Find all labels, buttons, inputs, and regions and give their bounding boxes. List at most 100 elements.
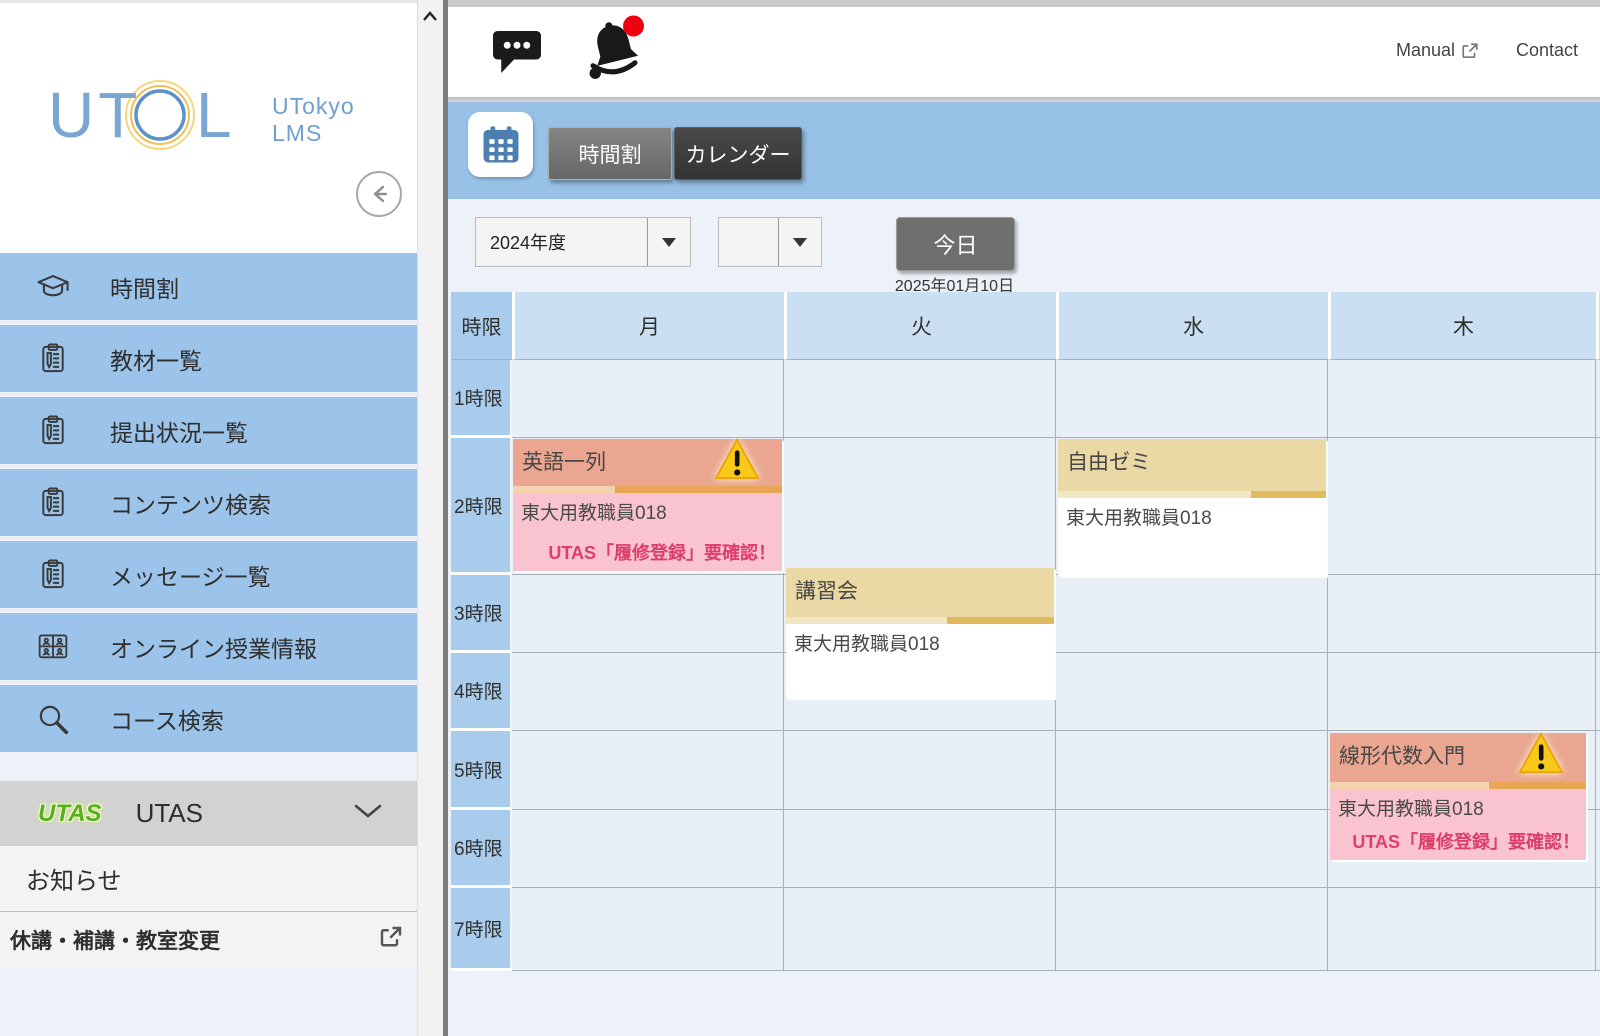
grid-cell <box>784 810 1056 888</box>
course-instructor: 東大用教職員018 <box>794 629 1046 656</box>
clipboard-icon <box>36 414 70 448</box>
year-select-value: 2024年度 <box>476 229 647 255</box>
course-card-4[interactable]: 線形代数入門東大用教職員018 UTAS「履修登録」要確認！ <box>1330 733 1586 860</box>
sidebar-item-6[interactable]: オンライン授業情報 <box>0 613 417 680</box>
utas-logo-icon: UTAS <box>38 800 102 828</box>
grid-cell <box>784 438 1056 575</box>
course-card-body: 東大用教職員018 <box>1058 498 1326 576</box>
grid-cell <box>512 575 784 653</box>
sidebar-item-utas[interactable]: UTAS UTAS <box>0 781 417 846</box>
contact-link[interactable]: Contact <box>1516 40 1578 61</box>
kyuko-label: 休講・補講・教室変更 <box>10 925 220 955</box>
day-header-next-clipped <box>1596 292 1600 360</box>
utol-logo: UT L <box>48 75 263 165</box>
grid-cell <box>1328 653 1596 731</box>
sidebar-item-3[interactable]: 提出状況一覧 <box>0 397 417 464</box>
course-card-3[interactable]: 自由ゼミ東大用教職員018 <box>1058 439 1326 576</box>
grid-cell <box>512 888 784 971</box>
sidebar-scrollbar-track[interactable] <box>417 0 444 1036</box>
course-card-strip-light <box>1058 491 1251 498</box>
sidebar-item-5[interactable]: メッセージ一覧 <box>0 541 417 608</box>
grid-cell <box>1056 575 1328 653</box>
grid-cell <box>1056 731 1328 810</box>
sidebar-item-1[interactable]: 時間割 <box>0 253 417 320</box>
view-header-band: 時間割 カレンダー <box>448 102 1600 199</box>
grid-cell <box>1056 810 1328 888</box>
sidebar-item-oshirase[interactable]: お知らせ <box>0 846 417 912</box>
course-card-1[interactable]: 英語一列東大用教職員018UTAS「履修登録」要確認！ <box>513 439 782 571</box>
grid-cell <box>1596 360 1600 438</box>
course-warning-note: UTAS「履修登録」要確認！ <box>513 539 782 571</box>
warning-icon <box>714 437 760 481</box>
chevron-down-icon <box>353 803 383 824</box>
course-title: 講習会 <box>795 580 858 603</box>
topbar: Manual Contact <box>448 7 1600 97</box>
logo-area: UT L UTokyo LMS <box>0 3 417 253</box>
dropdown-arrow-icon <box>778 218 821 266</box>
period-label-4: 4時限 <box>451 653 512 731</box>
grid-cell <box>512 360 784 438</box>
grid-cell <box>1328 360 1596 438</box>
course-instructor: 東大用教職員018 <box>1338 794 1578 821</box>
day-header-火: 火 <box>784 292 1056 360</box>
dropdown-arrow-icon <box>647 218 690 266</box>
timetable-view-tile[interactable] <box>468 112 533 177</box>
chat-button[interactable] <box>490 26 544 78</box>
grid-cell <box>1328 575 1596 653</box>
grid-cell <box>784 360 1056 438</box>
day-header-水: 水 <box>1056 292 1328 360</box>
tab-calendar[interactable]: カレンダー <box>674 127 802 180</box>
sidebar-item-label: 時間割 <box>110 270 179 304</box>
grid-cell <box>1596 438 1600 575</box>
sidebar-menu: 時間割教材一覧提出状況一覧コンテンツ検索メッセージ一覧オンライン授業情報コース検… <box>0 253 417 757</box>
grid-cell <box>1596 731 1600 810</box>
sidebar-item-label: メッセージ一覧 <box>110 558 271 592</box>
sidebar-item-label: コース検索 <box>110 702 224 736</box>
arrow-left-icon <box>367 182 391 206</box>
external-link-icon <box>379 925 403 954</box>
search-icon <box>36 702 70 736</box>
sidebar-item-label: 提出状況一覧 <box>110 414 248 448</box>
manual-link[interactable]: Manual <box>1396 40 1479 61</box>
course-title: 線形代数入門 <box>1339 745 1465 768</box>
utol-tagline: UTokyo LMS <box>272 93 355 147</box>
sidebar-item-7[interactable]: コース検索 <box>0 685 417 752</box>
grid-cell <box>1596 888 1600 971</box>
scroll-up-button[interactable] <box>419 4 441 28</box>
grid-cell <box>784 731 1056 810</box>
grid-cell <box>512 653 784 731</box>
year-select[interactable]: 2024年度 <box>475 217 691 267</box>
utol-logo-icon: UT L <box>48 75 263 160</box>
graduation-cap-icon <box>36 270 70 304</box>
bell-icon <box>581 13 647 81</box>
course-title: 自由ゼミ <box>1067 451 1151 474</box>
utas-label: UTAS <box>136 798 203 829</box>
term-select[interactable] <box>718 217 822 267</box>
course-card-header: 講習会 <box>786 568 1054 617</box>
grid-cell <box>1328 438 1596 575</box>
svg-text:L: L <box>196 79 232 151</box>
course-card-2[interactable]: 講習会東大用教職員018 <box>786 568 1054 698</box>
grid-cell <box>1596 810 1600 888</box>
tab-timetable[interactable]: 時間割 <box>548 127 672 180</box>
sidebar-collapse-button[interactable] <box>356 171 402 217</box>
notifications-button[interactable] <box>581 13 647 81</box>
sidebar-item-label: オンライン授業情報 <box>110 630 317 664</box>
course-card-body: 東大用教職員018UTAS「履修登録」要確認！ <box>513 493 782 571</box>
today-button[interactable]: 今日 <box>896 217 1015 271</box>
grid-cell <box>1328 888 1596 971</box>
grid-corner-header: 時限 <box>451 292 512 360</box>
utol-lms-page: UT L UTokyo LMS 時間割教材一覧提出状況一覧コンテンツ検索メッセー… <box>0 0 1600 1036</box>
sidebar-item-4[interactable]: コンテンツ検索 <box>0 469 417 536</box>
top-strip <box>448 0 1600 7</box>
grid-cell <box>784 888 1056 971</box>
period-label-7: 7時限 <box>451 888 512 971</box>
sidebar-item-2[interactable]: 教材一覧 <box>0 325 417 392</box>
day-header-月: 月 <box>512 292 784 360</box>
chat-icon <box>490 26 544 78</box>
day-header-木: 木 <box>1328 292 1596 360</box>
clipboard-icon <box>36 486 70 520</box>
course-warning-note: UTAS「履修登録」要確認！ <box>1330 828 1586 860</box>
sidebar-item-kyuko[interactable]: 休講・補講・教室変更 <box>0 912 417 967</box>
grid-cell <box>1596 575 1600 653</box>
